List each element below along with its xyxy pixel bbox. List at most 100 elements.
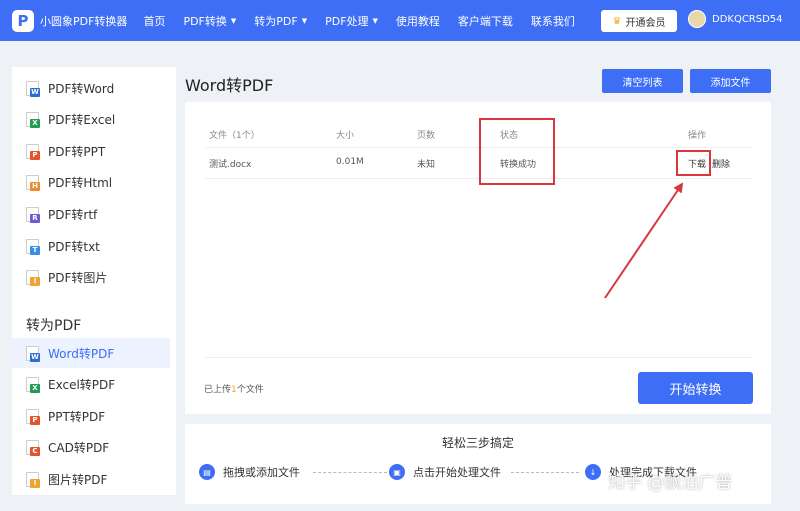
file-type-icon: P xyxy=(26,408,40,425)
column-header-actions: 操作 xyxy=(688,131,707,141)
app-logo[interactable]: P 小圆象PDF转换器 xyxy=(12,9,128,32)
file-type-badge: W xyxy=(30,352,40,362)
step-1-label: 拖拽或添加文件 xyxy=(223,466,300,479)
sidebar-item-label: PDF转PPT xyxy=(48,144,106,159)
download-icon: ↓ xyxy=(585,464,601,480)
nav-client-download[interactable]: 客户端下载 xyxy=(458,13,513,29)
sidebar-item-pdf-5[interactable]: T PDF转txt xyxy=(12,231,170,261)
sidebar-item-to-pdf-1[interactable]: X Excel转PDF xyxy=(12,370,170,400)
nav-home[interactable]: 首页 xyxy=(143,13,165,29)
sidebar-item-label: 图片转PDF xyxy=(48,472,108,487)
sidebar-section-heading: 转为PDF xyxy=(26,318,82,334)
sidebar-item-label: PDF转图片 xyxy=(48,271,108,286)
sidebar-item-label: PDF转Excel xyxy=(48,113,116,128)
nav-tutorial-label: 使用教程 xyxy=(395,14,440,28)
file-type-icon: P xyxy=(26,143,40,160)
app-name: 小圆象PDF转换器 xyxy=(40,14,128,28)
nav-to-pdf[interactable]: 转为PDF ▼ xyxy=(254,13,307,29)
nav-pdf-process-label: PDF处理 xyxy=(325,14,369,28)
file-type-badge: I xyxy=(30,478,40,488)
nav-client-download-label: 客户端下载 xyxy=(457,14,513,28)
sidebar-item-label: Word转PDF xyxy=(48,346,115,361)
sidebar-item-to-pdf-2[interactable]: P PPT转PDF xyxy=(12,401,170,431)
step-1: ▤ 拖拽或添加文件 xyxy=(199,464,300,480)
file-pages: 未知 xyxy=(417,160,436,170)
file-type-icon: T xyxy=(26,238,40,255)
logo-icon: P xyxy=(12,9,34,32)
file-size: 0.01M xyxy=(336,157,364,167)
upload-prefix: 已上传 xyxy=(204,385,232,395)
step-connector xyxy=(313,472,387,473)
file-type-icon: X xyxy=(26,112,40,129)
file-type-icon: I xyxy=(26,270,40,287)
sidebar-item-label: PDF转Html xyxy=(48,176,113,191)
file-type-badge: W xyxy=(30,87,40,97)
crown-icon: ♛ xyxy=(612,15,622,27)
sidebar-item-label: CAD转PDF xyxy=(48,441,110,456)
step-connector xyxy=(511,472,579,473)
divider xyxy=(205,357,753,358)
chevron-down-icon: ▼ xyxy=(372,16,378,25)
file-name: 测试.docx xyxy=(209,160,252,170)
upload-suffix: 个文件 xyxy=(236,385,264,395)
sidebar-item-pdf-2[interactable]: P PDF转PPT xyxy=(12,136,170,166)
start-convert-button[interactable]: 开始转换 xyxy=(638,372,753,404)
clear-list-button[interactable]: 清空列表 xyxy=(602,69,683,93)
sidebar-item-label: PDF转txt xyxy=(48,239,100,254)
column-header-pages: 页数 xyxy=(417,131,436,141)
sidebar-item-label: PPT转PDF xyxy=(48,409,106,424)
file-type-badge: R xyxy=(30,213,40,223)
file-type-badge: X xyxy=(30,384,40,394)
sidebar-item-label: PDF转rtf xyxy=(48,207,98,222)
nav-to-pdf-label: 转为PDF xyxy=(254,14,298,28)
main-nav: 首页 PDF转换 ▼ 转为PDF ▼ PDF处理 ▼ 使用教程 客户端下载 联系我们 xyxy=(143,13,592,29)
file-type-icon: R xyxy=(26,206,40,223)
username: DDKQCRSD54 xyxy=(712,13,783,25)
file-type-badge: H xyxy=(30,182,40,192)
column-header-size: 大小 xyxy=(336,131,355,141)
step-2-label: 点击开始处理文件 xyxy=(413,466,501,479)
sidebar-item-pdf-4[interactable]: R PDF转rtf xyxy=(12,199,170,229)
nav-pdf-convert[interactable]: PDF转换 ▼ xyxy=(183,13,236,29)
nav-tutorial[interactable]: 使用教程 xyxy=(396,13,440,29)
file-type-icon: W xyxy=(26,345,40,362)
sidebar-item-to-pdf-4[interactable]: I 图片转PDF xyxy=(12,464,170,494)
file-type-icon: C xyxy=(26,440,40,457)
nav-contact-label: 联系我们 xyxy=(530,14,575,28)
file-list-panel: 文件（1个） 大小 页数 状态 操作 测试.docx 0.01M 未知 转换成功… xyxy=(185,102,771,414)
watermark: 知乎 @飘泊广普 xyxy=(608,473,733,493)
delete-link[interactable]: 删除 xyxy=(712,157,730,170)
file-type-icon: W xyxy=(26,80,40,97)
step-2: ▣ 点击开始处理文件 xyxy=(389,464,501,480)
sidebar-item-pdf-1[interactable]: X PDF转Excel xyxy=(12,105,170,135)
user-menu[interactable]: DDKQCRSD54 xyxy=(688,10,783,28)
sidebar-item-label: PDF转Word xyxy=(48,81,115,96)
status-highlight-box xyxy=(479,118,555,185)
avatar xyxy=(688,10,706,28)
sidebar-item-label: Excel转PDF xyxy=(48,378,116,393)
file-type-badge: X xyxy=(30,119,40,129)
file-type-icon: X xyxy=(26,377,40,394)
file-type-icon: H xyxy=(26,175,40,192)
column-header-file: 文件（1个） xyxy=(209,131,260,141)
file-icon: ▤ xyxy=(199,464,215,480)
file-type-badge: T xyxy=(30,245,40,255)
steps-title: 轻松三步搞定 xyxy=(441,436,514,450)
file-type-badge: P xyxy=(30,150,40,160)
page-title: Word转PDF xyxy=(185,76,274,95)
nav-contact[interactable]: 联系我们 xyxy=(531,13,575,29)
sidebar-item-to-pdf-0[interactable]: W Word转PDF xyxy=(12,338,170,368)
sidebar-item-pdf-3[interactable]: H PDF转Html xyxy=(12,168,170,198)
file-type-icon: I xyxy=(26,471,40,488)
add-file-button[interactable]: 添加文件 xyxy=(690,69,771,93)
top-navigation-bar: P 小圆象PDF转换器 首页 PDF转换 ▼ 转为PDF ▼ PDF处理 ▼ 使用教程… xyxy=(0,0,800,41)
file-type-badge: P xyxy=(30,415,40,425)
chevron-down-icon: ▼ xyxy=(230,16,237,25)
file-type-badge: C xyxy=(30,447,40,457)
vip-button-label: 开通会员 xyxy=(625,17,666,29)
vip-button[interactable]: ♛ 开通会员 xyxy=(601,10,677,32)
sidebar-item-pdf-0[interactable]: W PDF转Word xyxy=(12,73,170,103)
sidebar-item-to-pdf-3[interactable]: C CAD转PDF xyxy=(12,433,170,463)
sidebar-item-pdf-6[interactable]: I PDF转图片 xyxy=(12,263,170,293)
nav-pdf-process[interactable]: PDF处理 ▼ xyxy=(325,13,378,29)
